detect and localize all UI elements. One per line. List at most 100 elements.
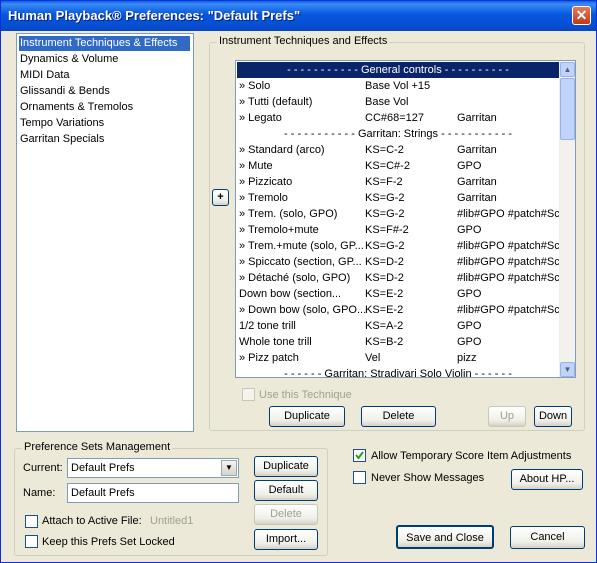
use-technique-label: Use this Technique xyxy=(259,389,352,401)
checkmark-icon xyxy=(355,451,364,460)
technique-value: Base Vol xyxy=(365,96,409,108)
technique-row[interactable]: 1/2 tone trill KS=A-2 GPO xyxy=(237,318,559,334)
technique-extra: GPO xyxy=(457,288,482,300)
technique-name: » Détaché (solo, GPO) xyxy=(239,272,351,284)
current-label: Current: xyxy=(23,462,63,474)
technique-value: KS=G-2 xyxy=(365,240,405,252)
window-title: Human Playback® Preferences: "Default Pr… xyxy=(8,8,301,23)
technique-value: KS=E-2 xyxy=(365,288,404,300)
technique-extra: Garritan xyxy=(457,192,497,204)
category-item[interactable]: MIDI Data xyxy=(19,68,70,83)
technique-name: » Mute xyxy=(239,160,273,172)
technique-row[interactable]: » Tremolo+mute KS=F#-2 GPO xyxy=(237,222,559,238)
category-item[interactable]: Garritan Specials xyxy=(19,132,104,147)
technique-extra: Garritan xyxy=(457,176,497,188)
technique-down-button[interactable]: Down xyxy=(534,406,572,427)
scroll-down-icon[interactable]: ▼ xyxy=(560,362,575,377)
technique-extra: GPO xyxy=(457,224,482,236)
attach-file-checkbox[interactable] xyxy=(25,515,38,528)
title-bar[interactable]: Human Playback® Preferences: "Default Pr… xyxy=(1,1,596,31)
preferences-window: Human Playback® Preferences: "Default Pr… xyxy=(0,0,597,563)
scroll-up-icon[interactable]: ▲ xyxy=(560,62,575,77)
technique-value: KS=A-2 xyxy=(365,320,404,332)
category-item[interactable]: Dynamics & Volume xyxy=(19,52,118,67)
current-prefset-select[interactable]: Default Prefs ▼ xyxy=(67,458,239,478)
technique-name: » Tremolo xyxy=(239,192,288,204)
technique-name: » Tremolo+mute xyxy=(239,224,319,236)
technique-extra: Garritan xyxy=(457,144,497,156)
technique-value: KS=E-2 xyxy=(365,304,404,316)
keep-locked-checkbox[interactable] xyxy=(25,535,38,548)
technique-row[interactable]: Down bow (section... KS=E-2 GPO xyxy=(237,286,559,302)
technique-value: KS=G-2 xyxy=(365,208,405,220)
technique-value: KS=C-2 xyxy=(365,144,404,156)
technique-extra: #lib#GPO #patch#Sc xyxy=(457,304,559,316)
save-close-button[interactable]: Save and Close xyxy=(396,525,494,549)
technique-name: » Tutti (default) xyxy=(239,96,313,108)
technique-row[interactable]: » Mute KS=C#-2 GPO xyxy=(237,158,559,174)
technique-delete-button[interactable]: Delete xyxy=(361,406,436,427)
technique-extra: Garritan xyxy=(457,112,497,124)
prefset-default-button[interactable]: Default xyxy=(254,480,318,501)
technique-row[interactable]: » Trem.+mute (solo, GP... KS=G-2 #lib#GPO … xyxy=(237,238,559,254)
technique-row[interactable]: Whole tone trill KS=B-2 GPO xyxy=(237,334,559,350)
technique-extra: GPO xyxy=(457,336,482,348)
technique-duplicate-button[interactable]: Duplicate xyxy=(269,406,345,427)
prefset-duplicate-button[interactable]: Duplicate xyxy=(254,456,318,477)
prefset-import-button[interactable]: Import... xyxy=(254,529,318,550)
add-technique-button[interactable]: + xyxy=(212,189,229,206)
category-list[interactable]: Instrument Techniques & Effects Dynamics … xyxy=(16,33,194,432)
technique-name: » Trem. (solo, GPO) xyxy=(239,208,338,220)
techniques-scrollbar[interactable]: ▲ ▼ xyxy=(559,62,575,377)
dialog-body: Instrument Techniques & Effects Dynamics … xyxy=(5,31,592,560)
technique-name: » Legato xyxy=(239,112,282,124)
category-item[interactable]: Glissandi & Bends xyxy=(19,84,110,99)
prefset-name-field[interactable]: Default Prefs xyxy=(67,483,239,503)
technique-extra: GPO xyxy=(457,160,482,172)
use-technique-checkbox[interactable] xyxy=(242,388,255,401)
techniques-group-label: Instrument Techniques and Effects xyxy=(217,35,390,47)
section-separator[interactable]: - - - - - - - - - - - Garritan: Strings … xyxy=(237,126,559,142)
technique-row[interactable]: » Legato CC#68=127 Garritan xyxy=(237,110,559,126)
technique-value: KS=G-2 xyxy=(365,192,405,204)
close-icon[interactable]: ✕ xyxy=(572,6,591,25)
technique-value: KS=D-2 xyxy=(365,256,404,268)
technique-row[interactable]: » Tutti (default) Base Vol xyxy=(237,94,559,110)
technique-value: KS=B-2 xyxy=(365,336,404,348)
techniques-list[interactable]: - - - - - - - - - - - General controls -… xyxy=(235,60,576,378)
technique-row[interactable]: » Tremolo KS=G-2 Garritan xyxy=(237,190,559,206)
technique-name: » Down bow (solo, GPO... xyxy=(239,304,367,316)
technique-value: KS=D-2 xyxy=(365,272,404,284)
technique-extra: #lib#GPO #patch#Sc xyxy=(457,240,559,252)
allow-temp-label: Allow Temporary Score Item Adjustments xyxy=(371,450,572,462)
technique-row[interactable]: » Spiccato (section, GP... KS=D-2 #lib#GPO… xyxy=(237,254,559,270)
technique-row[interactable]: » Solo Base Vol +15 xyxy=(237,78,559,94)
technique-row[interactable]: » Pizzicato KS=F-2 Garritan xyxy=(237,174,559,190)
technique-value: KS=C#-2 xyxy=(365,160,410,172)
technique-value: Base Vol +15 xyxy=(365,80,431,92)
never-show-checkbox[interactable] xyxy=(353,471,366,484)
prefset-delete-button[interactable]: Delete xyxy=(254,504,318,525)
chevron-down-icon[interactable]: ▼ xyxy=(221,460,237,476)
technique-value: Vel xyxy=(365,352,381,364)
section-header-general[interactable]: - - - - - - - - - - - General controls -… xyxy=(237,62,559,78)
scroll-thumb[interactable] xyxy=(560,78,575,140)
category-item[interactable]: Instrument Techniques & Effects xyxy=(19,36,190,51)
technique-row[interactable]: » Down bow (solo, GPO... KS=E-2 #lib#GPO #… xyxy=(237,302,559,318)
about-hp-button[interactable]: About HP... xyxy=(511,469,583,490)
cancel-button[interactable]: Cancel xyxy=(510,526,585,549)
allow-temp-checkbox[interactable] xyxy=(353,449,366,462)
technique-row[interactable]: » Pizz patch Vel pizz xyxy=(237,350,559,366)
technique-extra: pizz xyxy=(457,352,477,364)
technique-row[interactable]: » Trem. (solo, GPO) KS=G-2 #lib#GPO #patch… xyxy=(237,206,559,222)
attach-file-label: Attach to Active File: xyxy=(42,515,142,527)
section-separator[interactable]: - - - - - - Garritan: Stradivari Solo Vi… xyxy=(237,366,559,377)
keep-locked-label: Keep this Prefs Set Locked xyxy=(42,536,175,548)
technique-row[interactable]: » Standard (arco) KS=C-2 Garritan xyxy=(237,142,559,158)
technique-extra: #lib#GPO #patch#Sc xyxy=(457,256,559,268)
technique-up-button[interactable]: Up xyxy=(488,406,526,427)
category-item[interactable]: Ornaments & Tremolos xyxy=(19,100,133,115)
technique-extra: #lib#GPO #patch#Sc xyxy=(457,208,559,220)
category-item[interactable]: Tempo Variations xyxy=(19,116,104,131)
technique-row[interactable]: » Détaché (solo, GPO) KS=D-2 #lib#GPO #pat… xyxy=(237,270,559,286)
